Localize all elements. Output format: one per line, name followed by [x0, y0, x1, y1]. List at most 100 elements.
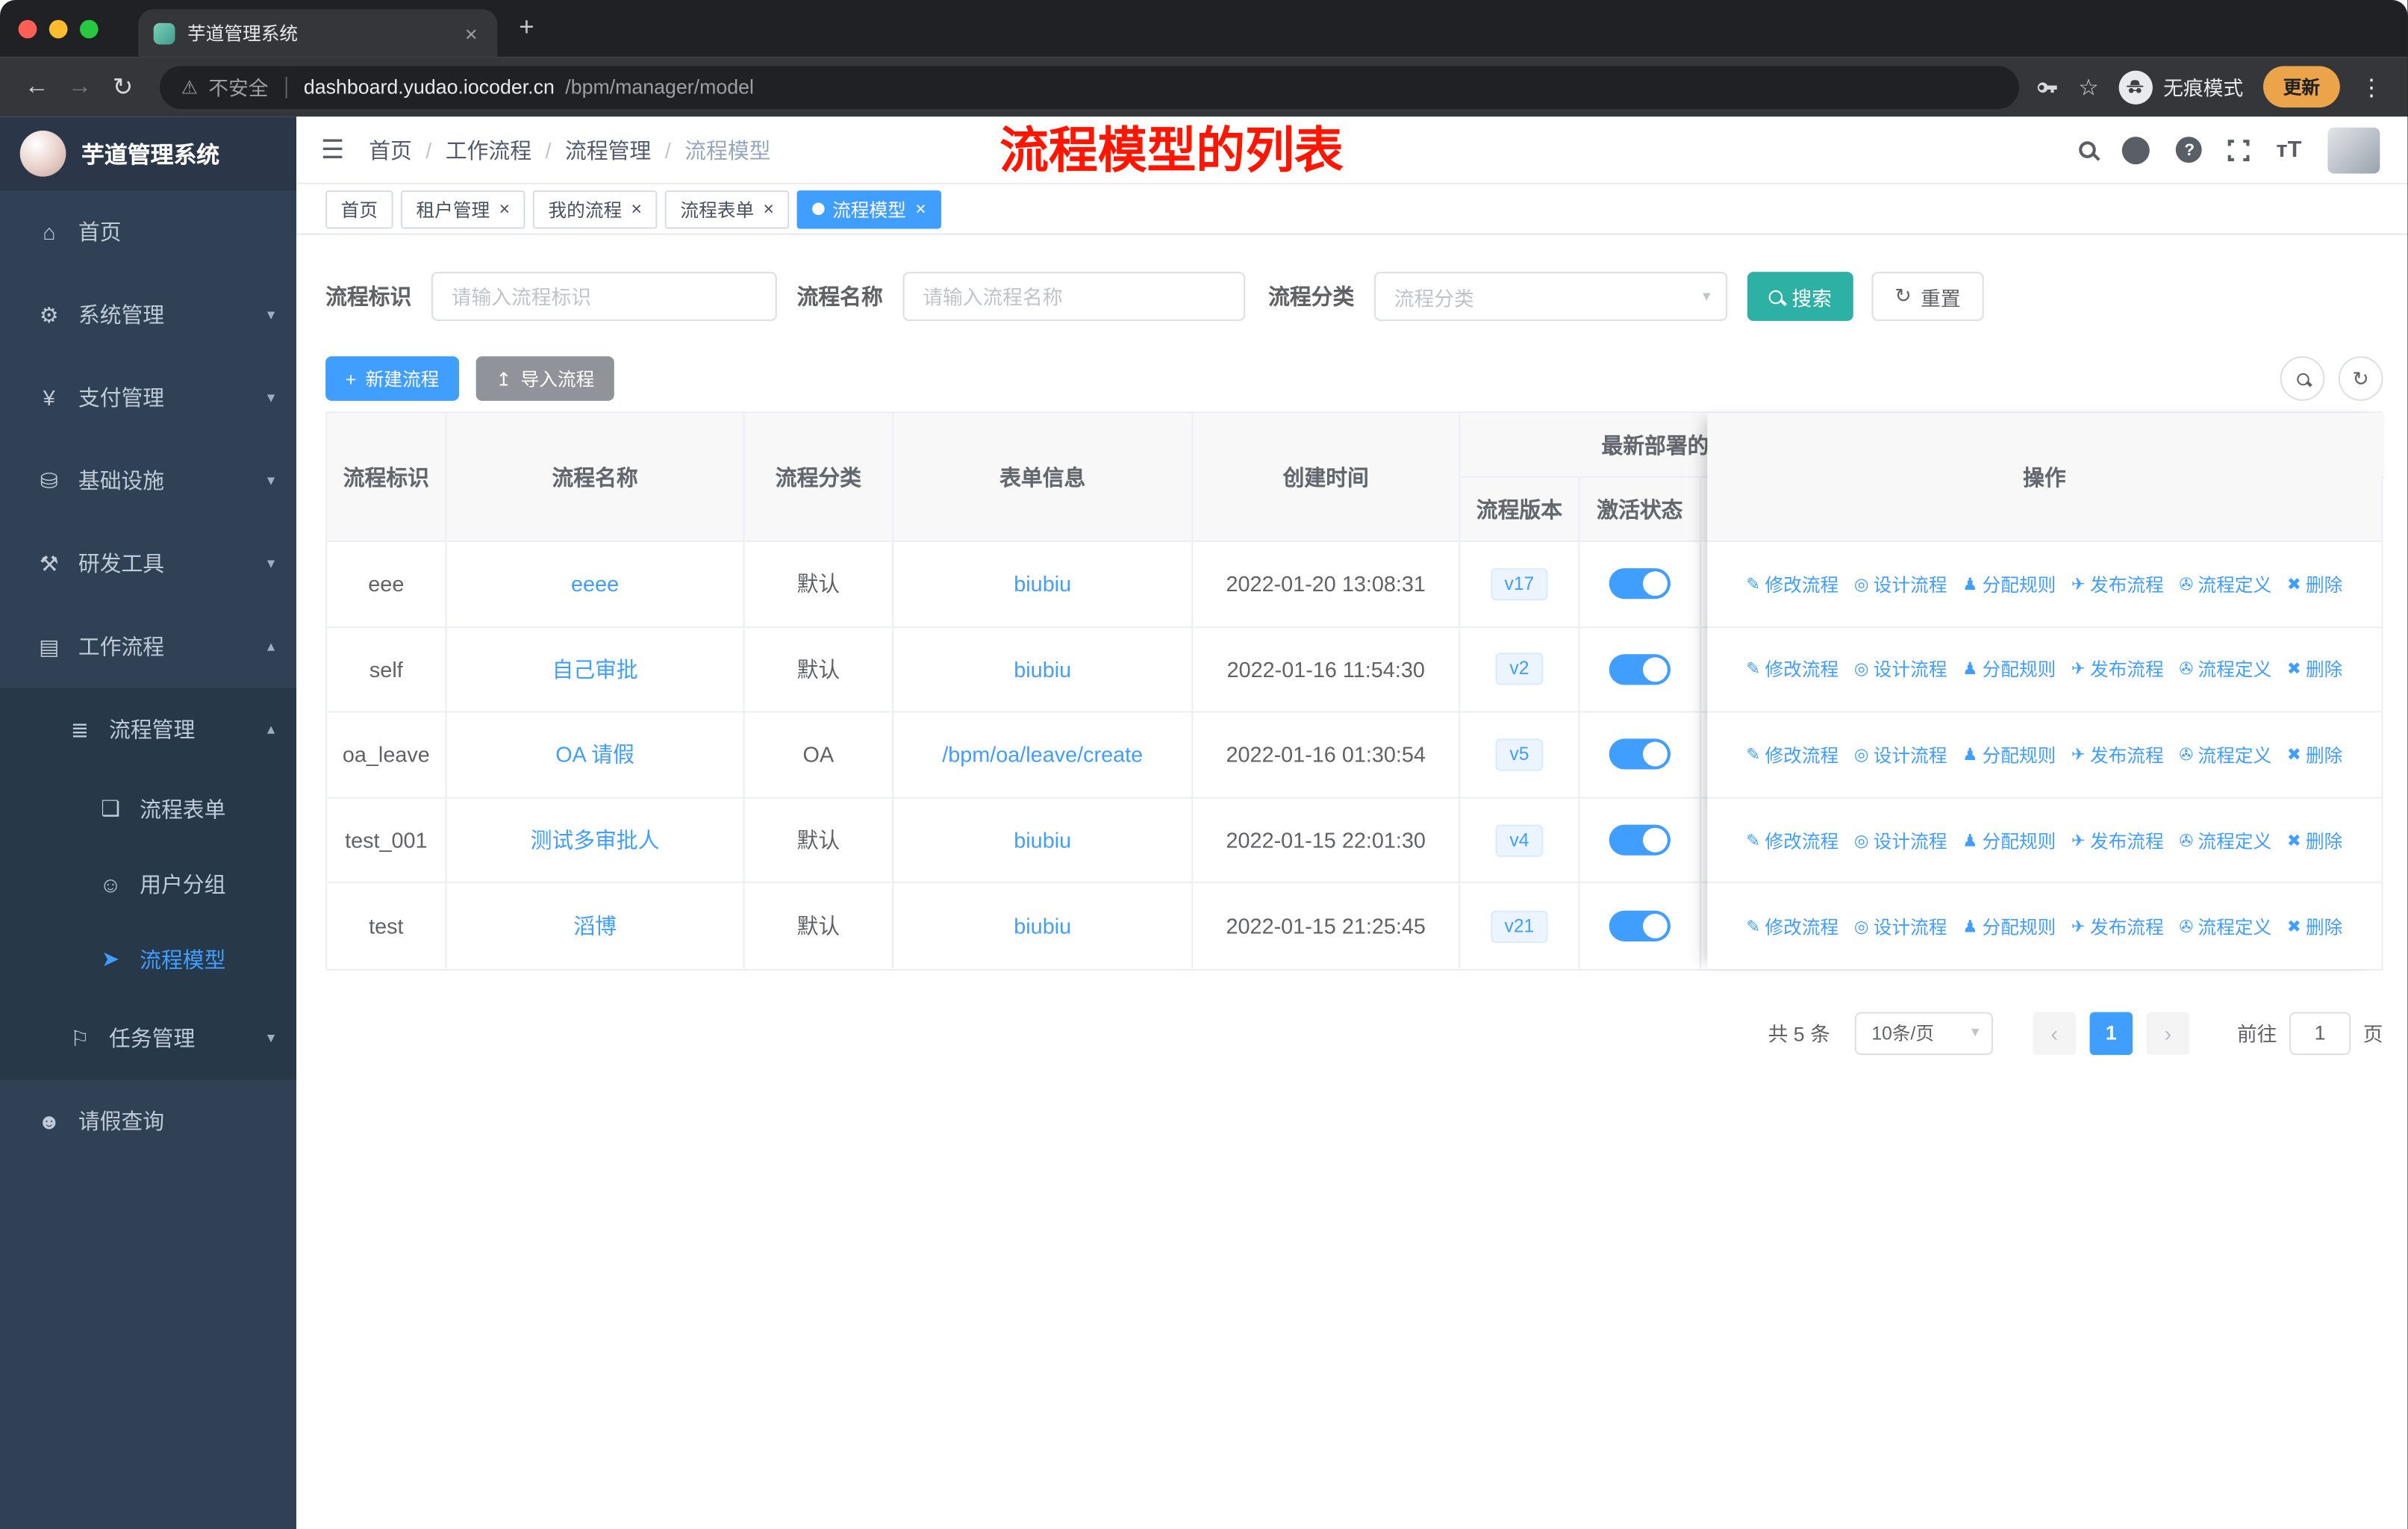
back-icon[interactable]: ←: [16, 73, 59, 101]
import-process-button[interactable]: ↥ 导入流程: [475, 356, 615, 401]
reset-button[interactable]: ↻ 重置: [1871, 272, 1984, 321]
search-icon[interactable]: [2080, 141, 2097, 158]
prev-page-button[interactable]: ‹: [2033, 1012, 2076, 1056]
breadcrumb-item[interactable]: 工作流程: [446, 134, 531, 165]
action-definition[interactable]: ✇ 流程定义: [2179, 656, 2271, 682]
form-info-link[interactable]: biubiu: [1014, 572, 1071, 597]
search-button[interactable]: 搜索: [1747, 272, 1853, 321]
process-id-input[interactable]: [431, 272, 777, 321]
action-design[interactable]: ◎ 设计流程: [1854, 741, 1947, 767]
text-size-icon[interactable]: тT: [2276, 137, 2301, 163]
tag-close-icon[interactable]: ×: [631, 198, 642, 219]
active-toggle[interactable]: [1609, 824, 1671, 856]
create-process-button[interactable]: + 新建流程: [325, 356, 460, 401]
active-toggle[interactable]: [1609, 568, 1671, 600]
browser-menu-icon[interactable]: ⋮: [2360, 73, 2383, 101]
active-toggle[interactable]: [1609, 739, 1671, 770]
form-info-link[interactable]: biubiu: [1014, 914, 1071, 938]
sidebar-item-process-form[interactable]: ❏ 流程表单: [0, 770, 297, 847]
reload-icon[interactable]: ↻: [102, 72, 145, 102]
action-assign[interactable]: ♟ 分配规则: [1962, 827, 2056, 853]
action-assign[interactable]: ♟ 分配规则: [1962, 913, 2056, 939]
form-info-link[interactable]: biubiu: [1014, 657, 1071, 682]
github-icon[interactable]: [2122, 136, 2150, 164]
form-info-link[interactable]: biubiu: [1014, 828, 1071, 853]
forward-icon[interactable]: →: [58, 73, 102, 101]
sidebar-item-devtools[interactable]: ⚒ 研发工具 ▾: [0, 522, 296, 605]
process-name-link[interactable]: 测试多审批人: [531, 825, 660, 856]
action-design[interactable]: ◎ 设计流程: [1854, 913, 1947, 939]
password-key-icon[interactable]: [2034, 75, 2059, 99]
action-modify[interactable]: ✎ 修改流程: [1746, 913, 1838, 939]
next-page-button[interactable]: ›: [2146, 1012, 2190, 1056]
process-name-link[interactable]: eeee: [571, 572, 619, 597]
fullscreen-icon[interactable]: [2227, 137, 2252, 163]
new-tab-button[interactable]: +: [519, 11, 534, 45]
sidebar-item-process-management[interactable]: ≣ 流程管理 ▴: [0, 688, 297, 771]
tag-close-icon[interactable]: ×: [915, 198, 926, 219]
sidebar-item-user-group[interactable]: ☺ 用户分组: [0, 846, 297, 922]
tag-流程表单[interactable]: 流程表单 ×: [664, 190, 790, 228]
sidebar-item-system-management[interactable]: ⚙ 系统管理 ▾: [0, 273, 296, 356]
action-design[interactable]: ◎ 设计流程: [1854, 571, 1947, 597]
action-delete[interactable]: ✖ 删除: [2287, 656, 2343, 682]
form-info-link[interactable]: /bpm/oa/leave/create: [942, 743, 1143, 767]
page-number-current[interactable]: 1: [2089, 1012, 2133, 1056]
action-publish[interactable]: ✈ 发布流程: [2071, 571, 2164, 597]
refresh-table-button[interactable]: ↻: [2338, 356, 2383, 401]
sidebar-item-infrastructure[interactable]: ⛁ 基础设施 ▾: [0, 439, 296, 522]
action-definition[interactable]: ✇ 流程定义: [2179, 827, 2271, 853]
sidebar-item-task-management[interactable]: ⚐ 任务管理 ▾: [0, 996, 297, 1080]
process-name-link[interactable]: 自己审批: [552, 654, 637, 685]
active-toggle[interactable]: [1609, 654, 1671, 685]
breadcrumb-item[interactable]: 流程管理: [565, 134, 651, 165]
close-window-button[interactable]: [18, 19, 37, 38]
tag-close-icon[interactable]: ×: [764, 198, 774, 219]
process-category-select[interactable]: 流程分类 ▾: [1374, 272, 1728, 321]
active-toggle[interactable]: [1609, 911, 1671, 942]
action-publish[interactable]: ✈ 发布流程: [2071, 656, 2164, 682]
action-modify[interactable]: ✎ 修改流程: [1746, 656, 1838, 682]
user-avatar[interactable]: [2327, 126, 2380, 173]
tag-首页[interactable]: 首页: [325, 190, 393, 228]
action-assign[interactable]: ♟ 分配规则: [1962, 571, 2056, 597]
tab-close-icon[interactable]: ×: [461, 21, 482, 46]
update-button[interactable]: 更新: [2262, 66, 2340, 108]
action-assign[interactable]: ♟ 分配规则: [1962, 656, 2056, 682]
action-publish[interactable]: ✈ 发布流程: [2071, 827, 2164, 853]
sidebar-item-workflow[interactable]: ▤ 工作流程 ▴: [0, 605, 296, 688]
action-modify[interactable]: ✎ 修改流程: [1746, 827, 1838, 853]
breadcrumb-item[interactable]: 首页: [369, 134, 412, 165]
browser-tab[interactable]: 芋道管理系统 ×: [138, 9, 498, 57]
sidebar-item-process-model[interactable]: ➤ 流程模型: [0, 921, 297, 997]
minimize-window-button[interactable]: [49, 19, 68, 38]
action-assign[interactable]: ♟ 分配规则: [1962, 741, 2056, 767]
action-definition[interactable]: ✇ 流程定义: [2179, 741, 2271, 767]
action-delete[interactable]: ✖ 删除: [2287, 827, 2343, 853]
action-modify[interactable]: ✎ 修改流程: [1746, 741, 1838, 767]
tag-我的流程[interactable]: 我的流程 ×: [532, 190, 658, 228]
tag-流程模型[interactable]: 流程模型 ×: [796, 190, 942, 228]
security-label[interactable]: 不安全: [208, 72, 268, 102]
bookmark-star-icon[interactable]: ☆: [2078, 73, 2099, 101]
goto-page-input[interactable]: [2289, 1012, 2351, 1056]
sidebar-item-home[interactable]: ⌂ 首页: [0, 190, 296, 273]
process-name-link[interactable]: 滔博: [573, 911, 617, 941]
sidebar-fold-icon[interactable]: ☰: [321, 134, 344, 165]
sidebar-item-leave-query[interactable]: ☻ 请假查询: [0, 1080, 296, 1162]
action-design[interactable]: ◎ 设计流程: [1854, 827, 1947, 853]
action-delete[interactable]: ✖ 删除: [2287, 741, 2343, 767]
zoom-window-button[interactable]: [79, 19, 99, 38]
process-name-link[interactable]: OA 请假: [555, 739, 634, 770]
action-modify[interactable]: ✎ 修改流程: [1746, 571, 1838, 597]
action-publish[interactable]: ✈ 发布流程: [2071, 913, 2164, 939]
page-size-select[interactable]: 10条/页 ▾: [1854, 1012, 1993, 1056]
sidebar-logo[interactable]: 芋道管理系统: [0, 116, 297, 191]
process-name-input[interactable]: [902, 272, 1246, 321]
tag-租户管理[interactable]: 租户管理 ×: [400, 190, 525, 228]
toggle-search-button[interactable]: [2280, 356, 2325, 401]
action-delete[interactable]: ✖ 删除: [2287, 913, 2343, 939]
action-definition[interactable]: ✇ 流程定义: [2179, 571, 2271, 597]
tag-close-icon[interactable]: ×: [499, 198, 510, 219]
action-publish[interactable]: ✈ 发布流程: [2071, 741, 2164, 767]
